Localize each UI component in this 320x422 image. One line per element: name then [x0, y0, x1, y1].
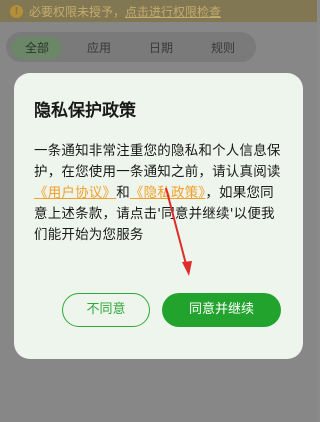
privacy-policy-link[interactable]: 《隐私政策》 — [130, 185, 205, 201]
disagree-button[interactable]: 不同意 — [62, 293, 150, 327]
agree-continue-button[interactable]: 同意并继续 — [162, 293, 281, 327]
body-text-intro: 一条通知非常注重您的隐私和个人信息保护，在您使用一条通知之前，请认真阅读 — [34, 143, 281, 180]
privacy-policy-dialog: 隐私保护政策 一条通知非常注重您的隐私和个人信息保护，在您使用一条通知之前，请认… — [14, 73, 303, 359]
user-agreement-link[interactable]: 《用户协议》 — [34, 185, 116, 201]
dialog-title: 隐私保护政策 — [34, 101, 136, 121]
body-text-and: 和 — [116, 185, 130, 201]
dialog-body: 一条通知非常注重您的隐私和个人信息保护，在您使用一条通知之前，请认真阅读《用户协… — [34, 141, 283, 246]
